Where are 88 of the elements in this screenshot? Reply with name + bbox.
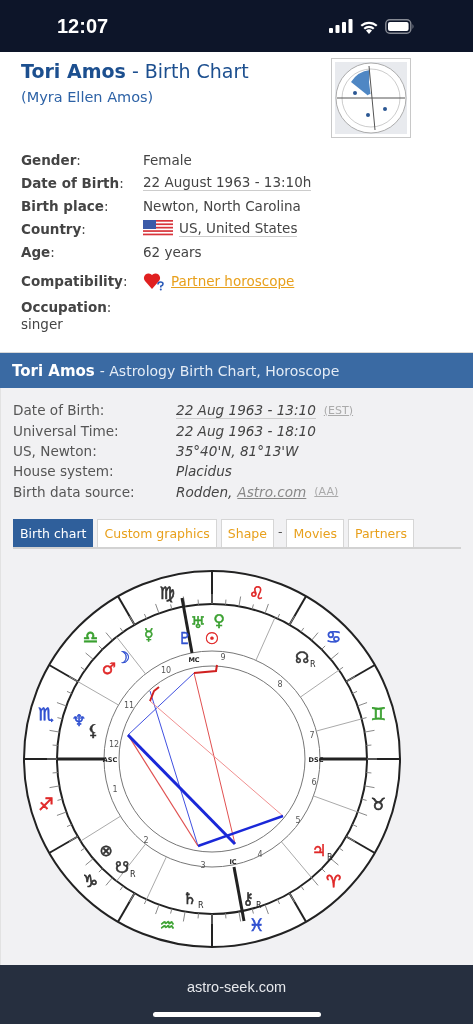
- page-title: - Birth Chart: [131, 60, 249, 82]
- detail-value: 22 Aug 1963 - 18:10: [176, 422, 316, 439]
- planet-glyph: ♇: [177, 628, 193, 648]
- zodiac-sign: ♐: [38, 793, 54, 814]
- fact-label: Birth place:: [21, 197, 110, 214]
- source-link[interactable]: Astro.com: [237, 483, 307, 500]
- heart-question-icon: [143, 271, 165, 291]
- planet-glyph: ☋: [114, 857, 130, 877]
- fact-value[interactable]: 22 August 1963 - 13:10h: [143, 174, 312, 191]
- note-link[interactable]: (AA): [314, 485, 339, 499]
- fact-label: Country:: [21, 220, 87, 237]
- house-number: 2: [143, 835, 149, 845]
- fact-label: Compatibility:: [21, 273, 129, 289]
- retrograde-mark: R: [327, 852, 333, 862]
- detail-value: Rodden,: [176, 483, 233, 500]
- house-number: 9: [220, 652, 226, 662]
- zodiac-sign: ♑: [82, 870, 98, 891]
- planet-glyph: ☊: [294, 647, 310, 667]
- zodiac-sign: ♏: [38, 704, 54, 725]
- house-number: 10: [160, 665, 172, 675]
- retrograde-mark: R: [130, 869, 136, 879]
- chart-tab[interactable]: Birth chart: [13, 518, 94, 547]
- zodiac-sign: ♊: [370, 704, 386, 725]
- chart-tab[interactable]: Partners: [348, 518, 414, 547]
- house-number: 1: [112, 784, 118, 794]
- signal-icon: [329, 19, 353, 33]
- house-number: 12: [108, 739, 120, 749]
- planet-glyph: ☿: [144, 624, 154, 644]
- retrograde-mark: R: [198, 900, 204, 910]
- chart-thumbnail[interactable]: [331, 58, 411, 138]
- detail-label: Birth data source:: [13, 483, 136, 500]
- house-number: 7: [309, 730, 315, 740]
- fact-value: Newton, North Carolina: [143, 197, 301, 214]
- fact-value: 62 years: [143, 243, 202, 260]
- zodiac-sign: ♎: [82, 627, 98, 648]
- planet-glyph: ♃: [311, 840, 327, 860]
- fact-value[interactable]: US, United States: [179, 220, 298, 237]
- detail-label: Date of Birth:: [13, 402, 106, 419]
- fact-label: Age:: [21, 243, 56, 260]
- planet-glyph: ♅: [190, 612, 206, 632]
- fact-label: Gender:: [21, 151, 82, 168]
- planet-glyph: ⚸: [87, 720, 99, 740]
- person-name: Tori Amos: [21, 60, 126, 82]
- zodiac-sign: ♌: [248, 582, 265, 603]
- zodiac-sign: ♒: [159, 915, 176, 936]
- planet-glyph: ⊗: [99, 840, 113, 860]
- house-number: 3: [200, 860, 206, 870]
- detail-label: US, Newton:: [13, 442, 98, 459]
- zodiac-sign: ♈: [326, 870, 342, 891]
- fact-label: Date of Birth:: [21, 174, 125, 191]
- planet-glyph: ☽: [115, 647, 131, 667]
- chart-tab[interactable]: Custom graphics: [97, 518, 217, 547]
- house-number: 4: [257, 849, 263, 859]
- zodiac-sign: ♉: [370, 793, 386, 814]
- chart-tab[interactable]: Shape: [220, 518, 274, 547]
- section-name: Tori Amos: [12, 361, 95, 380]
- house-number: 11: [123, 700, 135, 710]
- planet-glyph: ⚷: [242, 888, 254, 908]
- house-number: 5: [295, 815, 301, 825]
- planet-glyph: ♄: [182, 888, 198, 908]
- planet-glyph: ☉: [204, 628, 220, 648]
- address-bar-url[interactable]: astro-seek.com: [186, 979, 287, 995]
- planet-glyph: ♀: [213, 610, 225, 630]
- partner-horoscope-link[interactable]: Partner horoscope: [171, 273, 295, 289]
- planet-glyph: ♂: [101, 658, 117, 678]
- chart-tab[interactable]: Movies: [286, 518, 344, 547]
- detail-label: House system:: [13, 463, 115, 480]
- planet-glyph: ♆: [71, 710, 87, 730]
- us-flag-icon: [143, 220, 173, 237]
- note-link[interactable]: (EST): [323, 403, 354, 417]
- house-number: 6: [311, 777, 317, 787]
- detail-label: Universal Time:: [13, 422, 120, 439]
- detail-value: 22 Aug 1963 - 13:10: [176, 401, 316, 419]
- detail-value: Placidus: [176, 463, 232, 480]
- zodiac-sign: ♋: [326, 627, 342, 648]
- occupation-value: singer: [21, 315, 64, 333]
- fact-label: Occupation:: [21, 299, 113, 315]
- status-time: 12:07: [57, 14, 109, 38]
- zodiac-sign: ♍: [159, 582, 176, 603]
- section-title: - Astrology Birth Chart, Horoscope: [99, 362, 340, 379]
- fact-value: Female: [143, 151, 192, 168]
- birth-name: (Myra Ellen Amos): [21, 89, 155, 105]
- tab-separator: -: [277, 523, 283, 541]
- retrograde-mark: R: [310, 659, 316, 669]
- detail-value: 35°40'N, 81°13'W: [176, 442, 299, 459]
- house-number: 8: [277, 679, 283, 689]
- zodiac-sign: ♓: [248, 915, 265, 936]
- battery-icon: [385, 18, 415, 34]
